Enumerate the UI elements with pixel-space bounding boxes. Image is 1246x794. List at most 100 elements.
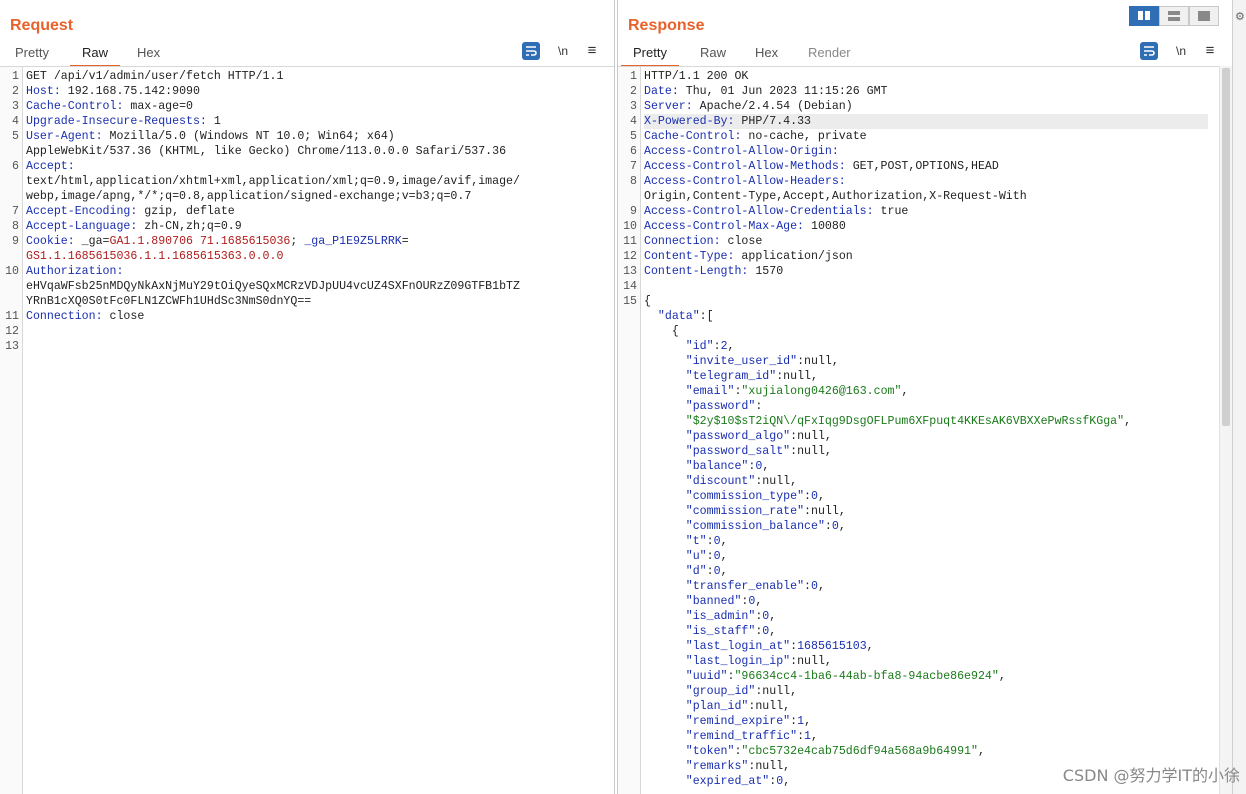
code-line[interactable]: "uuid":"96634cc4-1ba6-44ab-bfa8-94acbe86… (618, 669, 1220, 684)
line-text[interactable]: Access-Control-Allow-Origin: (644, 144, 1208, 159)
code-line[interactable]: 7 Accept-Encoding: gzip, deflate (0, 204, 614, 219)
code-line[interactable]: "balance":0, (618, 459, 1220, 474)
line-text[interactable]: Access-Control-Allow-Headers: (644, 174, 1208, 189)
code-line[interactable]: 6 Accept: (0, 159, 614, 174)
line-text[interactable]: "commission_balance":0, (644, 519, 1208, 534)
line-text[interactable]: "group_id":null, (644, 684, 1208, 699)
code-line[interactable]: 3 Cache-Control: max-age=0 (0, 99, 614, 114)
line-text[interactable]: "invite_user_id":null, (644, 354, 1208, 369)
code-line[interactable]: "token":"cbc5732e4cab75d6df94a568a9b6499… (618, 744, 1220, 759)
line-text[interactable]: Cache-Control: max-age=0 (26, 99, 602, 114)
code-line[interactable]: 1 GET /api/v1/admin/user/fetch HTTP/1.1 (0, 69, 614, 84)
tab-raw[interactable]: Raw (688, 44, 738, 65)
line-text[interactable]: Connection: close (26, 309, 602, 324)
code-line[interactable]: "telegram_id":null, (618, 369, 1220, 384)
code-line[interactable]: AppleWebKit/537.36 (KHTML, like Gecko) C… (0, 144, 614, 159)
code-line[interactable]: 2 Date: Thu, 01 Jun 2023 11:15:26 GMT (618, 84, 1220, 99)
code-line[interactable]: "t":0, (618, 534, 1220, 549)
layout-side-by-side-icon[interactable] (1129, 6, 1159, 26)
line-text[interactable]: "discount":null, (644, 474, 1208, 489)
code-line[interactable]: 4 X-Powered-By: PHP/7.4.33 (618, 114, 1220, 129)
line-text[interactable]: Upgrade-Insecure-Requests: 1 (26, 114, 602, 129)
code-line[interactable]: "u":0, (618, 549, 1220, 564)
code-line[interactable]: "remind_expire":1, (618, 714, 1220, 729)
line-text[interactable]: Connection: close (644, 234, 1208, 249)
request-editor[interactable]: 1 GET /api/v1/admin/user/fetch HTTP/1.1 2 H… (0, 66, 614, 794)
code-line[interactable]: "last_login_ip":null, (618, 654, 1220, 669)
tab-raw[interactable]: Raw (70, 44, 121, 67)
code-line[interactable]: 8 Access-Control-Allow-Headers: (618, 174, 1220, 189)
line-text[interactable]: "is_staff":0, (644, 624, 1208, 639)
code-line[interactable]: "is_staff":0, (618, 624, 1220, 639)
line-text[interactable]: webp,image/apng,*/*;q=0.8,application/si… (26, 189, 602, 204)
line-text[interactable]: "banned":0, (644, 594, 1208, 609)
code-line[interactable]: "plan_id":null, (618, 699, 1220, 714)
response-editor[interactable]: 1 HTTP/1.1 200 OK 2 Date: Thu, 01 Jun 2023 … (618, 66, 1220, 794)
code-line[interactable]: YRnB1cXQ0S0tFc0FLN1ZCWFh1UHdSc3NmS0dnYQ=… (0, 294, 614, 309)
code-line[interactable]: "commission_rate":null, (618, 504, 1220, 519)
line-text[interactable]: "t":0, (644, 534, 1208, 549)
settings-icon[interactable]: ⚙ (1235, 10, 1245, 23)
code-line[interactable]: "discount":null, (618, 474, 1220, 489)
code-line[interactable]: 2 Host: 192.168.75.142:9090 (0, 84, 614, 99)
code-line[interactable]: 5 Cache-Control: no-cache, private (618, 129, 1220, 144)
line-text[interactable]: AppleWebKit/537.36 (KHTML, like Gecko) C… (26, 144, 602, 159)
tab-render[interactable]: Render (796, 44, 863, 65)
line-text[interactable]: "id":2, (644, 339, 1208, 354)
code-line[interactable]: 12 (0, 324, 614, 339)
response-code[interactable]: 1 HTTP/1.1 200 OK 2 Date: Thu, 01 Jun 2023 … (618, 69, 1220, 789)
code-line[interactable]: "commission_balance":0, (618, 519, 1220, 534)
code-line[interactable]: "transfer_enable":0, (618, 579, 1220, 594)
line-text[interactable]: "$2y$10$sT2iQN\/qFxIqg9DsgOFLPum6XFpuqt4… (644, 414, 1208, 429)
code-line[interactable]: 1 HTTP/1.1 200 OK (618, 69, 1220, 84)
line-text[interactable]: "commission_type":0, (644, 489, 1208, 504)
wrap-lines-icon[interactable] (522, 42, 540, 60)
code-line[interactable]: 11 Connection: close (0, 309, 614, 324)
line-text[interactable]: "transfer_enable":0, (644, 579, 1208, 594)
line-text[interactable]: Date: Thu, 01 Jun 2023 11:15:26 GMT (644, 84, 1208, 99)
inspector-collapsed-strip[interactable]: ⚙ (1232, 0, 1246, 794)
tab-pretty[interactable]: Pretty (3, 44, 61, 65)
line-text[interactable]: Access-Control-Allow-Credentials: true (644, 204, 1208, 219)
code-line[interactable]: webp,image/apng,*/*;q=0.8,application/si… (0, 189, 614, 204)
line-text[interactable]: Authorization: (26, 264, 602, 279)
line-text[interactable]: { (644, 294, 1208, 309)
code-line[interactable]: "data":[ (618, 309, 1220, 324)
line-text[interactable]: Server: Apache/2.4.54 (Debian) (644, 99, 1208, 114)
line-text[interactable]: "token":"cbc5732e4cab75d6df94a568a9b6499… (644, 744, 1208, 759)
code-line[interactable]: Origin,Content-Type,Accept,Authorization… (618, 189, 1220, 204)
line-text[interactable]: Host: 192.168.75.142:9090 (26, 84, 602, 99)
line-text[interactable]: { (644, 324, 1208, 339)
code-line[interactable]: 3 Server: Apache/2.4.54 (Debian) (618, 99, 1220, 114)
code-line[interactable]: "$2y$10$sT2iQN\/qFxIqg9DsgOFLPum6XFpuqt4… (618, 414, 1220, 429)
tab-hex[interactable]: Hex (743, 44, 790, 65)
line-text[interactable]: "commission_rate":null, (644, 504, 1208, 519)
code-line[interactable]: "banned":0, (618, 594, 1220, 609)
line-text[interactable]: "password_algo":null, (644, 429, 1208, 444)
line-text[interactable]: Cookie: _ga=GA1.1.890706 71.1685615036; … (26, 234, 602, 249)
code-line[interactable]: 6 Access-Control-Allow-Origin: (618, 144, 1220, 159)
line-text[interactable]: Accept-Language: zh-CN,zh;q=0.9 (26, 219, 602, 234)
line-text[interactable]: "d":0, (644, 564, 1208, 579)
newline-toggle-icon[interactable]: \n (1172, 42, 1190, 60)
line-text[interactable]: Access-Control-Max-Age: 10080 (644, 219, 1208, 234)
code-line[interactable]: 4 Upgrade-Insecure-Requests: 1 (0, 114, 614, 129)
menu-icon[interactable]: ≡ (1201, 42, 1219, 60)
code-line[interactable]: 10 Authorization: (0, 264, 614, 279)
response-scrollbar[interactable] (1219, 66, 1232, 794)
code-line[interactable]: 7 Access-Control-Allow-Methods: GET,POST,… (618, 159, 1220, 174)
code-line[interactable]: 12 Content-Type: application/json (618, 249, 1220, 264)
line-text[interactable]: GS1.1.1685615036.1.1.1685615363.0.0.0 (26, 249, 602, 264)
line-text[interactable]: Access-Control-Allow-Methods: GET,POST,O… (644, 159, 1208, 174)
line-text[interactable]: eHVqaWFsb25nMDQyNkAxNjMuY29tOiQyeSQxMCRz… (26, 279, 602, 294)
code-line[interactable]: 14 (618, 279, 1220, 294)
request-code[interactable]: 1 GET /api/v1/admin/user/fetch HTTP/1.1 2 H… (0, 69, 614, 354)
line-text[interactable]: "balance":0, (644, 459, 1208, 474)
code-line[interactable]: "group_id":null, (618, 684, 1220, 699)
line-text[interactable]: "last_login_ip":null, (644, 654, 1208, 669)
code-line[interactable]: "password_salt":null, (618, 444, 1220, 459)
code-line[interactable]: eHVqaWFsb25nMDQyNkAxNjMuY29tOiQyeSQxMCRz… (0, 279, 614, 294)
line-text[interactable]: "remind_expire":1, (644, 714, 1208, 729)
code-line[interactable]: "password": (618, 399, 1220, 414)
line-text[interactable]: "plan_id":null, (644, 699, 1208, 714)
